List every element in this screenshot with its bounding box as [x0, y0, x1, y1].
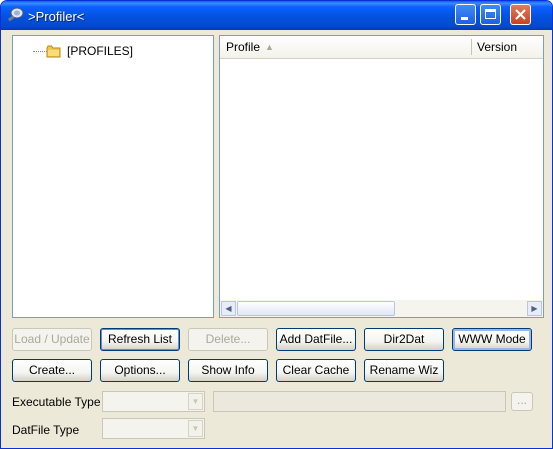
create-button[interactable]: Create...	[12, 359, 92, 382]
column-header-version[interactable]: Version	[471, 36, 543, 58]
client-area: [PROFILES] Profile ▲ Version ◀ ▶ Load / …	[4, 30, 549, 446]
close-icon	[515, 9, 526, 20]
executable-type-select[interactable]: ▼	[102, 391, 205, 412]
tree-connector	[33, 51, 47, 52]
scroll-right-button[interactable]: ▶	[527, 301, 542, 316]
profile-listview[interactable]: Profile ▲ Version ◀ ▶	[219, 35, 544, 318]
minimize-button[interactable]	[455, 4, 476, 25]
sort-ascending-icon: ▲	[265, 42, 274, 52]
www-mode-button[interactable]: WWW Mode	[452, 328, 532, 351]
options-button[interactable]: Options...	[100, 359, 180, 382]
profile-tree[interactable]: [PROFILES]	[12, 35, 214, 318]
chevron-down-icon[interactable]: ▼	[188, 420, 203, 437]
datfile-type-label: DatFile Type	[12, 423, 80, 437]
window-title: >Profiler<	[28, 9, 85, 24]
close-button[interactable]	[510, 4, 531, 25]
add-datfile-button[interactable]: Add DatFile...	[276, 328, 356, 351]
horizontal-scrollbar[interactable]: ◀ ▶	[220, 299, 543, 317]
folder-icon	[46, 45, 61, 58]
tree-node-label: [PROFILES]	[67, 44, 134, 58]
column-header-version-label: Version	[477, 40, 518, 54]
refresh-list-button[interactable]: Refresh List	[100, 328, 180, 351]
minimize-icon	[461, 17, 468, 20]
dir2dat-button[interactable]: Dir2Dat	[364, 328, 444, 351]
column-header-profile-label: Profile	[226, 40, 261, 54]
load-update-button[interactable]: Load / Update	[12, 328, 92, 351]
rename-wiz-button[interactable]: Rename Wiz	[364, 359, 444, 382]
column-header-profile[interactable]: Profile ▲	[220, 36, 470, 58]
scroll-left-button[interactable]: ◀	[221, 301, 236, 316]
executable-path-field[interactable]	[213, 391, 506, 412]
show-info-button[interactable]: Show Info	[188, 359, 268, 382]
title-bar[interactable]: >Profiler<	[1, 1, 552, 30]
profiler-window: >Profiler< [PROFILES] Profile ▲ Version …	[0, 0, 553, 449]
clear-cache-button[interactable]: Clear Cache	[276, 359, 356, 382]
scroll-right-icon: ▶	[531, 304, 538, 313]
executable-type-label: Executable Type	[12, 395, 101, 409]
app-icon	[7, 7, 24, 22]
browse-button[interactable]: ...	[511, 392, 533, 411]
datfile-type-select[interactable]: ▼	[102, 418, 205, 439]
maximize-icon	[485, 9, 496, 19]
chevron-down-icon[interactable]: ▼	[188, 393, 203, 410]
scroll-left-icon: ◀	[225, 304, 232, 313]
delete-button[interactable]: Delete...	[188, 328, 268, 351]
maximize-button[interactable]	[480, 4, 501, 25]
listview-header: Profile ▲ Version	[220, 36, 543, 59]
scroll-thumb[interactable]	[237, 301, 395, 316]
